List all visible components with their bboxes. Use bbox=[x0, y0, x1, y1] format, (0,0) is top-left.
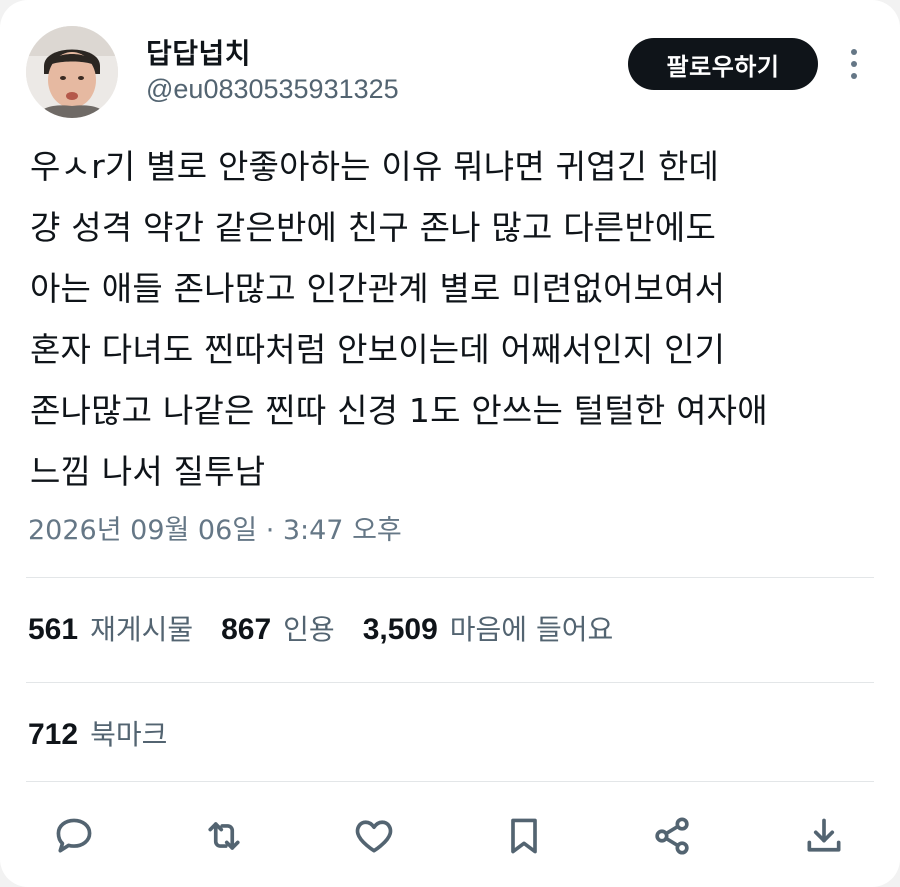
reposts-label: 재게시물 bbox=[90, 613, 194, 646]
share-icon[interactable] bbox=[644, 808, 700, 864]
tweet-text-line: 혼자 다녀도 찐따처럼 안보이는데 어째서인지 인기 bbox=[30, 330, 726, 369]
tweet-text-line: 걍 성격 약간 같은반에 친구 존나 많고 다른반에도 bbox=[30, 208, 717, 247]
bookmarks-count: 712 bbox=[28, 718, 79, 751]
action-bar bbox=[0, 808, 900, 864]
quotes-count: 867 bbox=[221, 613, 272, 646]
tweet-text-line: 우ㅅr기 별로 안좋아하는 이유 뭐냐면 귀엽긴 한데 bbox=[30, 147, 720, 186]
tweet-card: 답답넙치 @eu0830535931325 팔로우하기 우ㅅr기 별로 안좋아하… bbox=[0, 0, 900, 887]
reposts-count: 561 bbox=[28, 613, 79, 646]
quotes-stat[interactable]: 867 인용 bbox=[221, 608, 335, 648]
divider bbox=[26, 682, 874, 683]
likes-label: 마음에 들어요 bbox=[449, 613, 614, 646]
like-icon[interactable] bbox=[346, 808, 402, 864]
repost-icon[interactable] bbox=[196, 808, 252, 864]
more-vertical-icon[interactable] bbox=[838, 42, 870, 86]
tweet-text: 우ㅅr기 별로 안좋아하는 이유 뭐냐면 귀엽긴 한데 걍 성격 약간 같은반에… bbox=[30, 136, 880, 502]
divider bbox=[26, 781, 874, 782]
engagement-stats: 561 재게시물 867 인용 3,509 마음에 들어요 bbox=[28, 608, 641, 648]
tweet-text-line: 아는 애들 존나많고 인간관계 별로 미련없어보여서 bbox=[30, 269, 726, 308]
follow-button[interactable]: 팔로우하기 bbox=[628, 38, 818, 90]
bookmarks-stat[interactable]: 712 북마크 bbox=[28, 713, 167, 753]
likes-count: 3,509 bbox=[362, 613, 438, 646]
quotes-label: 인용 bbox=[283, 613, 335, 646]
download-icon[interactable] bbox=[796, 808, 852, 864]
bookmark-icon[interactable] bbox=[496, 808, 552, 864]
divider bbox=[26, 577, 874, 578]
tweet-timestamp[interactable]: 2026년 09월 06일 · 3:47 오후 bbox=[28, 508, 402, 547]
tweet-text-line: 느낌 나서 질투남 bbox=[30, 452, 266, 491]
bookmarks-label: 북마크 bbox=[90, 718, 168, 751]
reply-icon[interactable] bbox=[46, 808, 102, 864]
author-handle[interactable]: @eu0830535931325 bbox=[146, 74, 399, 105]
avatar-image bbox=[26, 26, 118, 118]
tweet-text-line: 존나많고 나같은 찐따 신경 1도 안쓰는 털털한 여자애 bbox=[30, 391, 768, 430]
avatar[interactable] bbox=[26, 26, 118, 118]
reposts-stat[interactable]: 561 재게시물 bbox=[28, 608, 193, 648]
likes-stat[interactable]: 3,509 마음에 들어요 bbox=[363, 608, 614, 648]
author-display-name[interactable]: 답답넙치 bbox=[146, 32, 251, 72]
